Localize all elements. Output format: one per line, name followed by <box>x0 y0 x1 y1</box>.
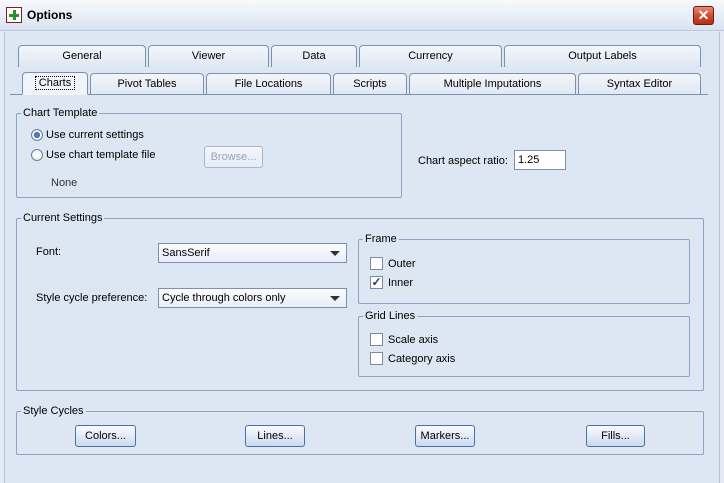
tab-output-labels[interactable]: Output Labels <box>504 45 701 67</box>
use-current-settings-radio[interactable] <box>31 129 43 141</box>
aspect-ratio-label: Chart aspect ratio: <box>418 155 508 167</box>
template-file-value: None <box>51 177 78 189</box>
chart-template-legend: Chart Template <box>21 107 100 119</box>
chevron-down-icon <box>330 251 340 256</box>
tab-pivot-tables[interactable]: Pivot Tables <box>90 73 204 95</box>
tab-file-locations[interactable]: File Locations <box>206 73 331 95</box>
style-cycle-label: Style cycle preference: <box>36 292 148 304</box>
lines-button[interactable]: Lines... <box>245 425 305 447</box>
style-cycles-legend: Style Cycles <box>21 405 86 417</box>
style-cycle-select-value: Cycle through colors only <box>162 292 286 304</box>
tab-viewer[interactable]: Viewer <box>148 45 269 67</box>
grid-lines-group: Grid Lines <box>358 310 690 377</box>
scale-axis-checkbox[interactable] <box>370 333 383 346</box>
markers-button[interactable]: Markers... <box>415 425 475 447</box>
scale-axis-label: Scale axis <box>388 334 439 346</box>
style-cycle-select[interactable]: Cycle through colors only <box>158 288 347 308</box>
window-title: Options <box>27 8 73 22</box>
inner-label: Inner <box>388 277 414 289</box>
grid-lines-legend: Grid Lines <box>363 310 418 322</box>
tab-data[interactable]: Data <box>271 45 357 67</box>
tab-general[interactable]: General <box>18 45 146 67</box>
use-current-settings-label: Use current settings <box>46 129 144 141</box>
font-select[interactable]: SansSerif <box>158 243 347 263</box>
font-label: Font: <box>36 246 62 258</box>
app-icon <box>6 7 22 23</box>
inner-checkbox[interactable]: ✓ <box>370 276 383 289</box>
tab-scripts[interactable]: Scripts <box>333 73 407 95</box>
tab-multiple-imputations[interactable]: Multiple Imputations <box>409 73 576 95</box>
close-button[interactable]: ✕ <box>693 6 714 25</box>
tab-charts[interactable]: Charts <box>22 72 88 95</box>
title-bar: Options ✕ <box>0 0 724 31</box>
current-settings-legend: Current Settings <box>21 212 105 224</box>
tab-charts-label: Charts <box>34 76 76 90</box>
aspect-ratio-input[interactable]: 1.25 <box>514 150 566 170</box>
use-template-file-radio[interactable] <box>31 149 43 161</box>
frame-legend: Frame <box>363 233 399 245</box>
frame-group: Frame <box>358 233 690 304</box>
font-select-value: SansSerif <box>162 247 210 259</box>
tab-syntax-editor[interactable]: Syntax Editor <box>578 73 701 95</box>
category-axis-checkbox[interactable] <box>370 352 383 365</box>
outer-label: Outer <box>388 258 416 270</box>
tab-currency[interactable]: Currency <box>359 45 502 67</box>
category-axis-label: Category axis <box>388 353 456 365</box>
outer-checkbox[interactable] <box>370 257 383 270</box>
colors-button[interactable]: Colors... <box>75 425 136 447</box>
chevron-down-icon <box>330 296 340 301</box>
browse-button[interactable]: Browse... <box>204 146 263 168</box>
use-template-file-label: Use chart template file <box>46 149 156 161</box>
fills-button[interactable]: Fills... <box>586 425 645 447</box>
